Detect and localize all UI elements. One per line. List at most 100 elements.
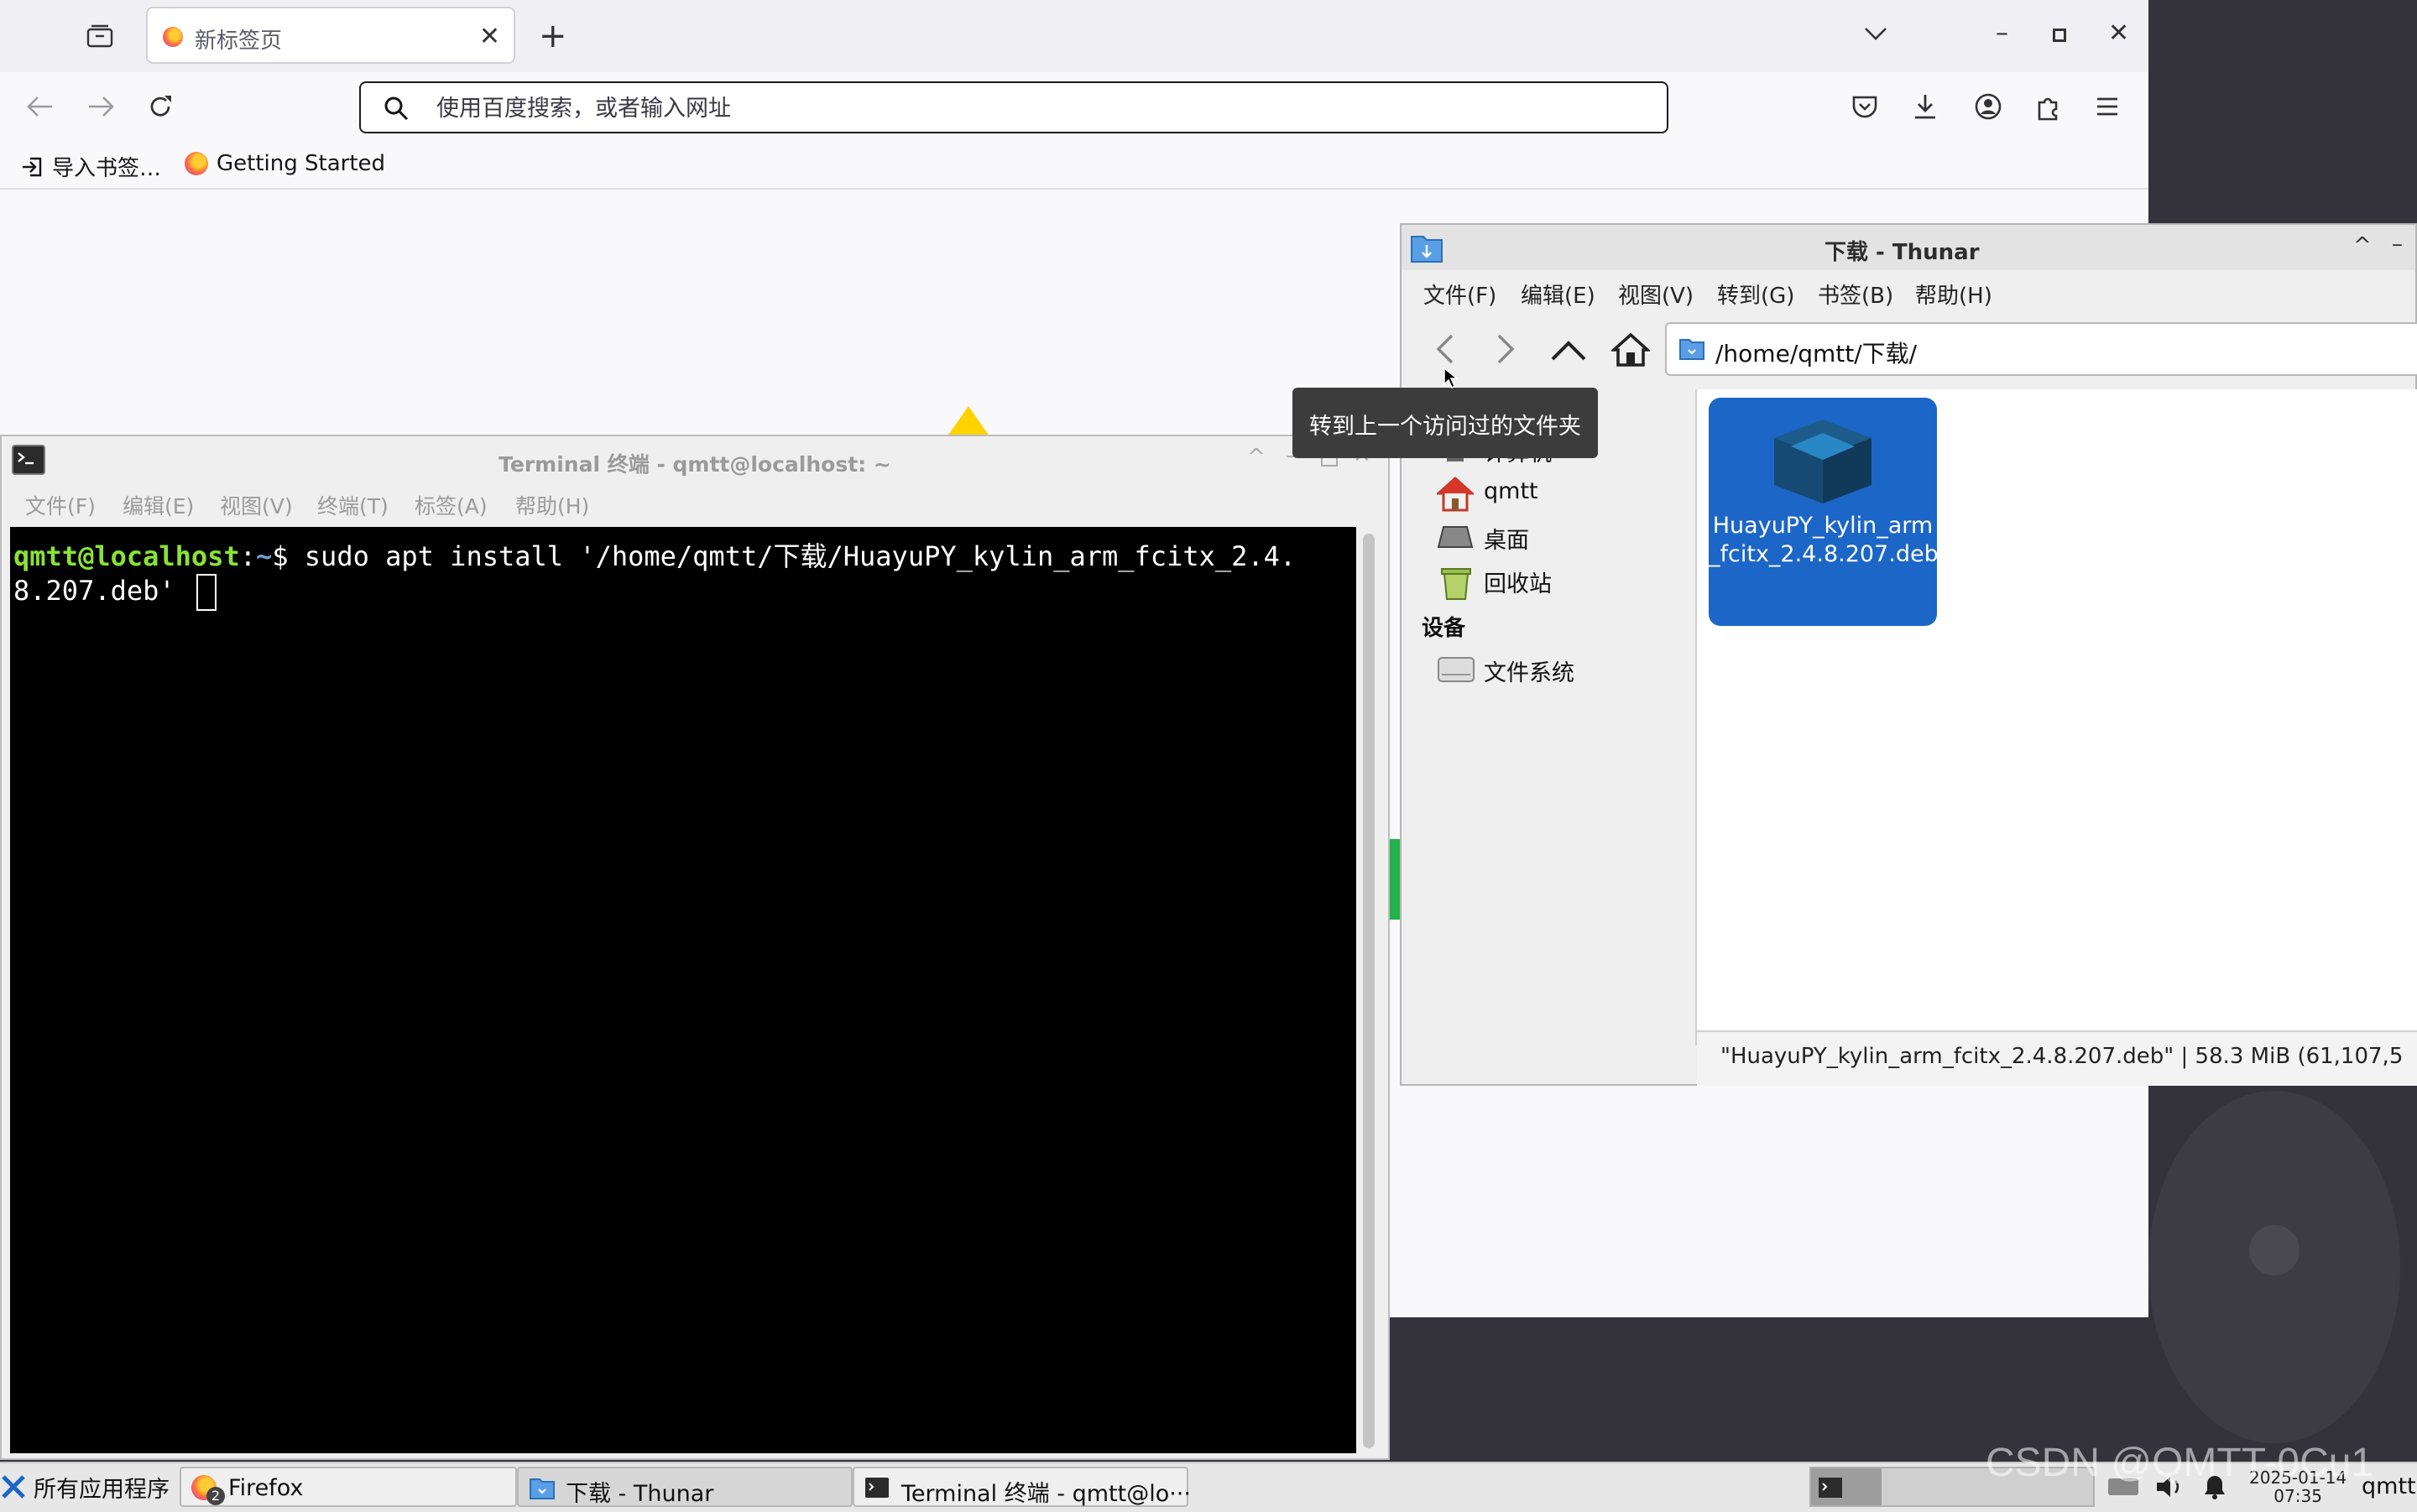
desktop-icon bbox=[1437, 524, 1474, 552]
terminal-app-icon bbox=[864, 1477, 890, 1499]
wallpaper-decoration bbox=[2249, 1225, 2300, 1275]
url-input[interactable] bbox=[435, 91, 1529, 125]
list-all-tabs-icon[interactable] bbox=[1863, 25, 1888, 42]
thunar-window: 下载 - Thunar ^ – 文件(F) 编辑(E) 视图(V) 转到(G) … bbox=[1400, 223, 2417, 1086]
terminal-menubar bbox=[2, 483, 1388, 525]
folder-download-icon bbox=[529, 1475, 556, 1500]
parent-folder-icon[interactable] bbox=[1549, 339, 1588, 362]
tooltip: 转到上一个访问过的文件夹 bbox=[1292, 388, 1598, 458]
task-terminal[interactable]: Terminal 终端 - qmtt@lo··· bbox=[853, 1467, 1191, 1507]
prompt-symbol: $ bbox=[272, 540, 289, 572]
scrollbar[interactable] bbox=[1363, 534, 1375, 1448]
pocket-icon[interactable] bbox=[1851, 94, 1878, 119]
task-label: Firefox bbox=[228, 1475, 304, 1501]
account-icon[interactable] bbox=[1974, 92, 2002, 121]
file-item[interactable]: HuayuPY_kylin_arm _fcitx_2.4.8.207.deb bbox=[1709, 398, 1939, 626]
downloads-icon[interactable] bbox=[1912, 92, 1939, 121]
thunar-titlebar: 下载 - Thunar ^ – bbox=[1402, 225, 2415, 270]
back-icon[interactable] bbox=[1435, 332, 1455, 366]
folder-download-icon bbox=[1410, 232, 1443, 263]
import-icon bbox=[20, 155, 44, 179]
hamburger-menu-icon[interactable] bbox=[2095, 96, 2120, 117]
firefox-icon bbox=[163, 27, 183, 47]
menu-edit[interactable]: 编辑(E) bbox=[123, 490, 194, 520]
menu-help[interactable]: 帮助(H) bbox=[515, 490, 589, 520]
firefox-icon bbox=[185, 152, 208, 175]
terminal-window: Terminal 终端 - qmtt@localhost: ~ ^ – ✕ 文件… bbox=[0, 435, 1390, 1460]
status-bar: "HuayuPY_kylin_arm_fcitx_2.4.8.207.deb" … bbox=[1697, 1030, 2417, 1086]
thunar-title: 下载 - Thunar bbox=[1824, 240, 1980, 265]
menu-file[interactable]: 文件(F) bbox=[25, 490, 96, 520]
reload-icon[interactable] bbox=[146, 92, 175, 121]
maximize-button[interactable] bbox=[2053, 29, 2066, 42]
menu-tabs[interactable]: 标签(A) bbox=[415, 490, 488, 520]
menu-help[interactable]: 帮助(H) bbox=[1915, 279, 1992, 310]
task-label: 下载 - Thunar bbox=[566, 1481, 714, 1507]
tab-new-tab[interactable]: 新标签页 ✕ bbox=[146, 7, 515, 64]
address-bar[interactable] bbox=[359, 81, 1668, 133]
close-window-button[interactable]: ✕ bbox=[2108, 18, 2129, 48]
tooltip-text: 转到上一个访问过的文件夹 bbox=[1309, 414, 1581, 440]
terminal-screen[interactable]: qmtt@localhost:~$ sudo apt install '/hom… bbox=[10, 527, 1356, 1453]
drive-icon bbox=[1437, 654, 1475, 685]
device-filesystem[interactable]: 文件系统 bbox=[1484, 654, 1574, 687]
path-bar[interactable]: /home/qmtt/下载/ bbox=[1665, 322, 2417, 376]
devices-heading: 设备 bbox=[1422, 616, 1466, 641]
folder-download-icon bbox=[1678, 336, 1705, 361]
trash-icon bbox=[1438, 564, 1474, 601]
menu-go[interactable]: 转到(G) bbox=[1717, 279, 1794, 310]
file-view[interactable]: HuayuPY_kylin_arm _fcitx_2.4.8.207.deb bbox=[1697, 389, 2417, 1044]
menu-terminal[interactable]: 终端(T) bbox=[317, 490, 389, 520]
menu-view[interactable]: 视图(V) bbox=[1618, 279, 1694, 310]
minimize-button[interactable]: – bbox=[2392, 232, 2403, 257]
back-arrow-icon[interactable] bbox=[25, 94, 55, 119]
shade-button[interactable]: ^ bbox=[2353, 233, 2372, 258]
close-tab-icon[interactable]: ✕ bbox=[479, 22, 500, 51]
bookmark-label: 导入书签… bbox=[52, 156, 162, 181]
side-pane: 位置 计算机 qmtt 桌面 回收站 设备 文件系统 bbox=[1402, 389, 1697, 1045]
home-folder-icon bbox=[1437, 477, 1474, 512]
forward-arrow-icon[interactable] bbox=[86, 94, 116, 119]
xfce-logo-icon bbox=[0, 1473, 27, 1500]
terminal-titlebar: Terminal 终端 - qmtt@localhost: ~ ^ – ✕ bbox=[2, 436, 1388, 483]
mouse-cursor-icon bbox=[1443, 368, 1459, 389]
watermark: CSDN @QMTT-0Cu1 bbox=[1986, 1441, 2374, 1485]
text-cursor bbox=[196, 574, 217, 611]
menu-view[interactable]: 视图(V) bbox=[220, 490, 293, 520]
shade-button[interactable]: ^ bbox=[1247, 445, 1266, 470]
place-trash[interactable]: 回收站 bbox=[1484, 566, 1552, 598]
apps-menu-label: 所有应用程序 bbox=[34, 1476, 170, 1503]
terminal-title: Terminal 终端 - qmtt@localhost: ~ bbox=[499, 452, 891, 477]
path-text: /home/qmtt/下载/ bbox=[1715, 340, 1918, 368]
command-text: 8.207.deb' bbox=[13, 575, 175, 607]
menu-bookmarks[interactable]: 书签(B) bbox=[1818, 279, 1893, 310]
bookmark-getting-started[interactable]: Getting Started bbox=[185, 151, 385, 176]
place-home[interactable]: qmtt bbox=[1484, 478, 1538, 504]
package-icon bbox=[1766, 413, 1880, 507]
file-name: HuayuPY_kylin_arm _fcitx_2.4.8.207.deb bbox=[1709, 512, 1939, 569]
window-count-badge: 2 bbox=[206, 1487, 225, 1505]
command-text: sudo apt install '/home/qmtt/下载/HuayuPY_… bbox=[304, 540, 1297, 572]
prompt-path: ~ bbox=[255, 540, 273, 572]
terminal-app-icon bbox=[1818, 1477, 1845, 1499]
terminal-line: qmtt@localhost:~$ sudo apt install '/hom… bbox=[13, 535, 1296, 574]
task-thunar[interactable]: 下载 - Thunar bbox=[517, 1467, 853, 1507]
bookmark-import[interactable]: 导入书签… bbox=[20, 151, 161, 182]
apps-menu-button[interactable]: 所有应用程序 bbox=[0, 1467, 170, 1507]
bookmark-label: Getting Started bbox=[217, 151, 386, 176]
task-firefox[interactable]: 2 Firefox bbox=[180, 1467, 517, 1507]
menu-edit[interactable]: 编辑(E) bbox=[1521, 279, 1595, 310]
extensions-icon[interactable] bbox=[2034, 92, 2063, 121]
prompt-separator: : bbox=[239, 540, 256, 572]
forward-icon[interactable] bbox=[1496, 332, 1516, 366]
minimize-button[interactable]: – bbox=[1996, 18, 2008, 48]
new-tab-button[interactable]: + bbox=[539, 17, 567, 55]
status-text: "HuayuPY_kylin_arm_fcitx_2.4.8.207.deb" … bbox=[1720, 1044, 2404, 1069]
menu-file[interactable]: 文件(F) bbox=[1423, 279, 1496, 310]
place-desktop[interactable]: 桌面 bbox=[1484, 522, 1529, 555]
file-name-line: HuayuPY_kylin_arm bbox=[1712, 513, 1934, 539]
home-icon[interactable] bbox=[1611, 332, 1650, 368]
tab-title: 新标签页 bbox=[195, 29, 283, 54]
task-label: Terminal 终端 - qmtt@lo··· bbox=[901, 1481, 1191, 1507]
tab-list-icon[interactable] bbox=[86, 23, 114, 49]
